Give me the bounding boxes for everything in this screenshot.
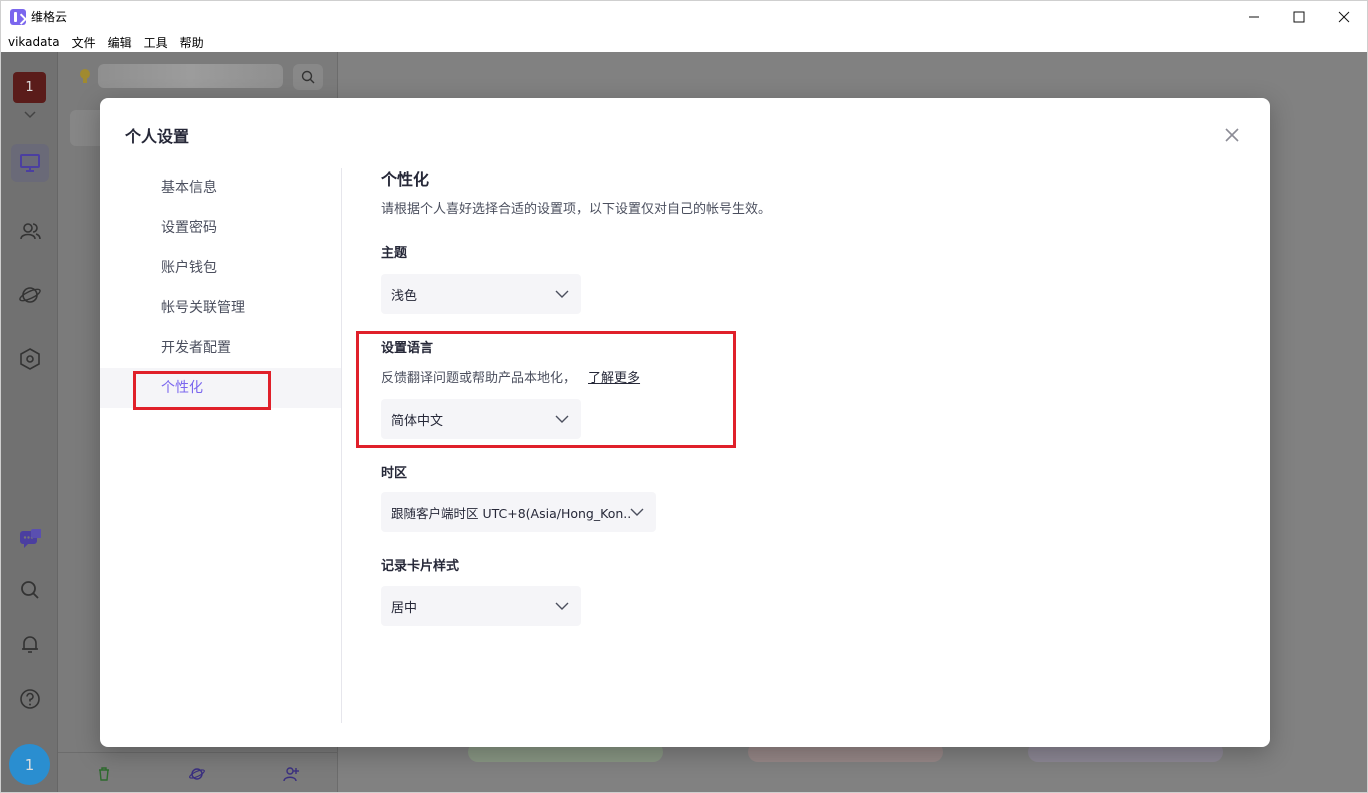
section-heading: 个性化 [381, 170, 430, 189]
catalog-search-button[interactable] [293, 64, 323, 90]
search-icon [301, 70, 315, 84]
theme-label: 主题 [381, 246, 408, 261]
timezone-label: 时区 [381, 466, 408, 481]
chat-icon[interactable] [19, 528, 41, 550]
chevron-down-icon [555, 287, 569, 301]
app-logo-icon [10, 8, 26, 25]
close-window-button[interactable] [1321, 1, 1367, 32]
settings-hex-icon[interactable] [19, 348, 41, 370]
nav-divider [341, 168, 342, 723]
window-title: 维格云 [31, 10, 68, 24]
space-name-blurred [98, 64, 283, 88]
timezone-select[interactable]: 跟随客户端时区 UTC+8(Asia/Hong_Kon... [381, 492, 656, 532]
chevron-down-icon [555, 599, 569, 613]
card-style-select[interactable]: 居中 [381, 586, 581, 626]
chevron-down-icon [630, 505, 644, 519]
menu-help[interactable]: 帮助 [180, 34, 204, 51]
section-description: 请根据个人喜好选择合适的设置项，以下设置仅对自己的帐号生效。 [381, 202, 772, 217]
planet-icon[interactable] [189, 766, 205, 782]
help-icon[interactable] [19, 688, 41, 710]
planet-icon[interactable] [19, 284, 41, 306]
close-icon [1338, 11, 1350, 22]
personal-settings-modal: 个人设置 基本信息 设置密码 账户钱包 帐号关联管理 开发者配置 个性化 个性化… [100, 98, 1270, 747]
maximize-icon [1293, 11, 1305, 22]
card-style-label: 记录卡片样式 [381, 559, 460, 574]
highlight-box-nav [133, 371, 271, 410]
members-icon[interactable] [19, 220, 41, 242]
chevron-down-icon[interactable] [19, 104, 41, 126]
space-avatar[interactable]: 1 [13, 72, 46, 103]
app-window: 维格云 vikadata 文件 编辑 工具 帮助 1 1 个人设置 基本信息 设… [0, 0, 1368, 793]
menu-edit[interactable]: 编辑 [108, 34, 132, 51]
minimize-icon [1249, 16, 1259, 17]
search-icon[interactable] [19, 579, 41, 601]
nav-item-wallet[interactable]: 账户钱包 [100, 248, 341, 288]
maximize-button[interactable] [1276, 1, 1322, 32]
timezone-value: 跟随客户端时区 UTC+8(Asia/Hong_Kon... [391, 505, 630, 521]
minimize-button[interactable] [1231, 1, 1277, 32]
monitor-icon [20, 154, 40, 172]
trash-icon[interactable] [96, 766, 112, 782]
nav-item-basic-info[interactable]: 基本信息 [100, 168, 341, 208]
highlight-box-language [356, 331, 736, 448]
space-logo-icon [80, 69, 90, 83]
menu-file[interactable]: 文件 [72, 34, 96, 51]
card-style-value: 居中 [391, 600, 418, 616]
workbench-button[interactable] [11, 144, 49, 182]
nav-item-set-password[interactable]: 设置密码 [100, 208, 341, 248]
left-rail: 1 1 [1, 52, 58, 792]
nav-item-account-linking[interactable]: 帐号关联管理 [100, 288, 341, 328]
close-icon [1225, 128, 1239, 142]
add-member-icon[interactable] [283, 766, 299, 782]
modal-title: 个人设置 [125, 127, 190, 146]
nav-item-developer[interactable]: 开发者配置 [100, 328, 341, 368]
footer-divider [58, 752, 338, 753]
theme-select[interactable]: 浅色 [381, 274, 581, 314]
modal-close-button[interactable] [1221, 124, 1243, 146]
menu-bar: vikadata 文件 编辑 工具 帮助 [1, 32, 1367, 52]
title-bar: 维格云 [1, 1, 1367, 32]
bell-icon[interactable] [19, 633, 41, 655]
theme-value: 浅色 [391, 288, 418, 304]
user-avatar[interactable]: 1 [9, 744, 50, 785]
menu-tools[interactable]: 工具 [144, 34, 168, 51]
menu-vikadata[interactable]: vikadata [8, 35, 60, 49]
